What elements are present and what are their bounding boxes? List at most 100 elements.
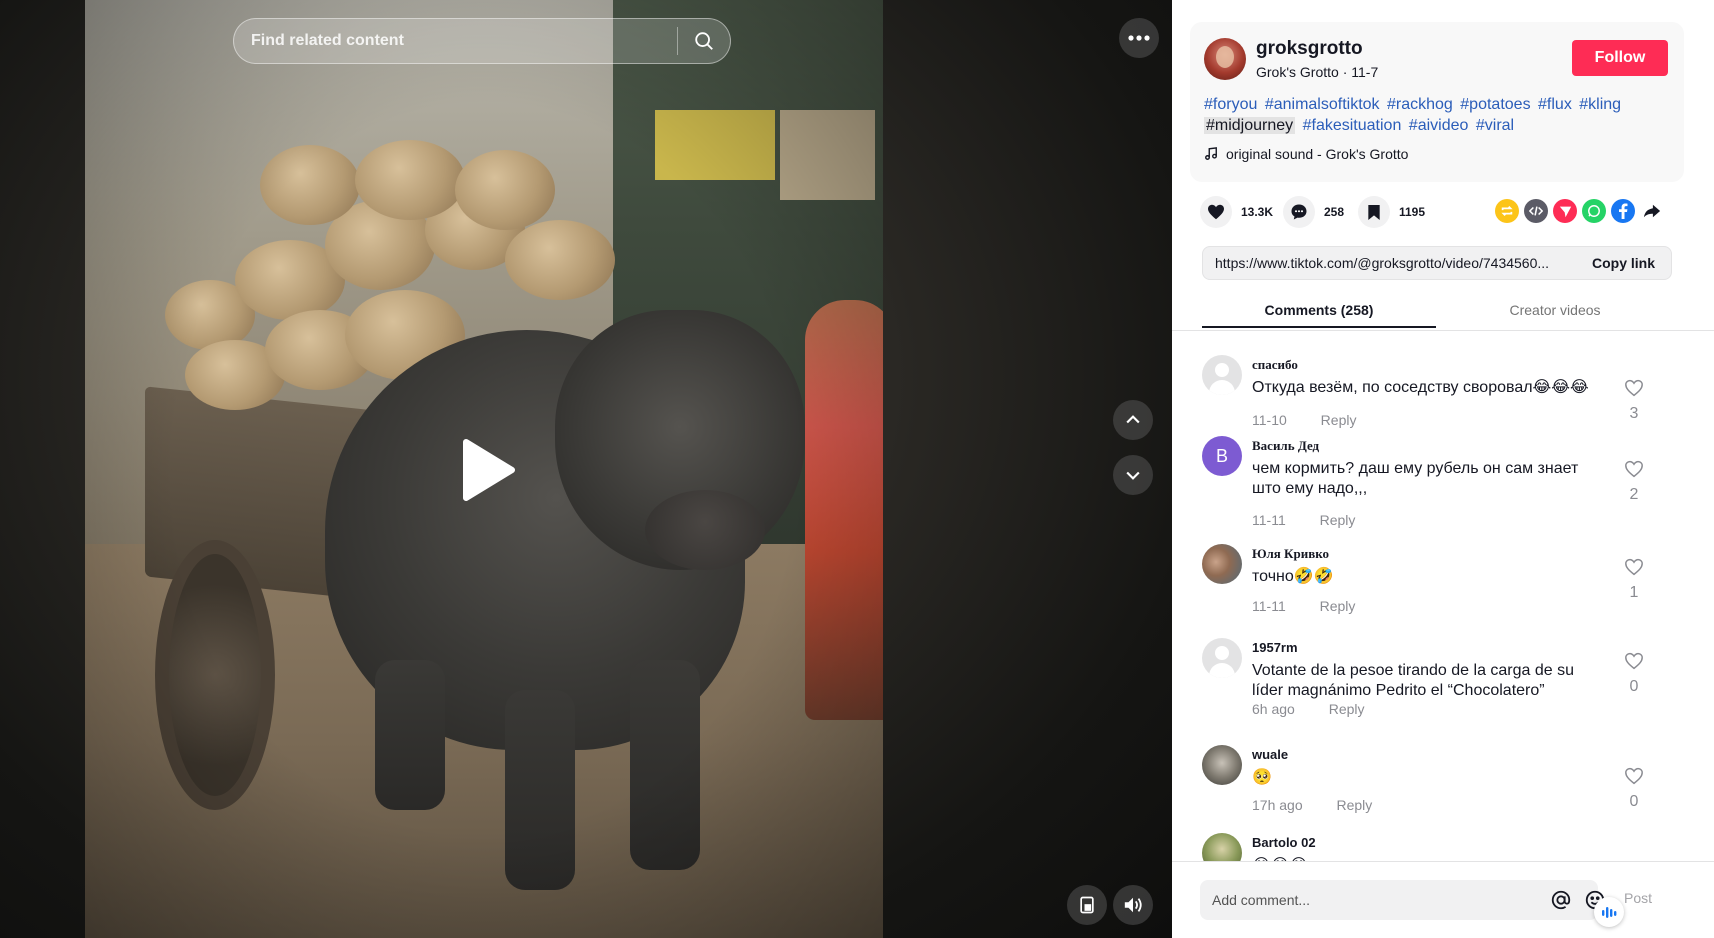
comment-like-button[interactable]: 0: [1622, 652, 1646, 696]
hashtag[interactable]: #kling: [1579, 96, 1621, 113]
comment-item: 1957rm Votante de la pesoe tirando de la…: [1202, 638, 1692, 734]
hashtag[interactable]: #aivideo: [1409, 117, 1469, 134]
comment-username[interactable]: 1957rm: [1252, 640, 1298, 655]
comment-date: 11-11: [1252, 598, 1286, 614]
comment-item: спасибо Откуда везём, по соседству своро…: [1202, 355, 1692, 435]
comment-list[interactable]: спасибо Откуда везём, по соседству своро…: [1172, 331, 1714, 861]
comment-text: точно🤣🤣: [1252, 568, 1334, 585]
embed-button[interactable]: [1524, 199, 1548, 223]
comment-avatar[interactable]: B: [1202, 436, 1242, 476]
comment-username[interactable]: wuale: [1252, 747, 1288, 762]
video-player-area: [0, 0, 1172, 938]
mention-button[interactable]: [1550, 889, 1572, 911]
action-bar: 13.3K 258 1195: [1190, 196, 1690, 232]
like-count: 13.3K: [1241, 205, 1274, 219]
tab-comments[interactable]: Comments (258): [1202, 294, 1436, 328]
comment-username[interactable]: Юля Кривко: [1252, 546, 1329, 562]
author-avatar[interactable]: [1204, 38, 1246, 80]
play-button[interactable]: [456, 438, 520, 502]
heart-outline-icon: [1625, 558, 1643, 576]
hashtag[interactable]: #fakesituation: [1303, 117, 1402, 134]
reply-button[interactable]: Reply: [1320, 512, 1356, 528]
video-url: https://www.tiktok.com/@groksgrotto/vide…: [1215, 255, 1550, 271]
comment-like-count: 0: [1629, 793, 1639, 810]
more-options-button[interactable]: [1119, 18, 1159, 58]
heart-icon: [1208, 204, 1224, 220]
add-comment-input[interactable]: [1200, 880, 1598, 920]
favorite-button[interactable]: 1195: [1358, 196, 1425, 228]
sound-link[interactable]: original sound - Grok's Grotto: [1204, 146, 1408, 162]
facebook-icon: [1619, 203, 1628, 219]
send-icon: [1559, 206, 1571, 217]
pip-icon: [1080, 896, 1094, 914]
details-panel: groksgrotto Grok's Grotto · 11-7 Follow …: [1172, 0, 1714, 938]
more-icon: [1128, 35, 1150, 41]
reply-button[interactable]: Reply: [1329, 701, 1365, 717]
comment-avatar[interactable]: [1202, 355, 1242, 395]
comment-like-button[interactable]: 2: [1622, 460, 1646, 504]
comment-item: Юля Кривко точно🤣🤣 11-11 Reply 1: [1202, 544, 1692, 620]
play-icon: [463, 439, 515, 501]
send-to-friends-button[interactable]: [1553, 199, 1577, 223]
comment-button[interactable]: 258: [1283, 196, 1344, 228]
reply-button[interactable]: Reply: [1337, 797, 1373, 813]
more-share-button[interactable]: [1640, 199, 1664, 223]
at-mention-icon: [1551, 890, 1571, 910]
follow-button[interactable]: Follow: [1572, 40, 1668, 76]
comment-text: чем кормить? даш ему рубель он сам знает…: [1252, 460, 1579, 497]
next-video-button[interactable]: [1113, 455, 1153, 495]
heart-outline-icon: [1625, 379, 1643, 397]
save-count: 1195: [1399, 205, 1426, 219]
heart-outline-icon: [1625, 460, 1643, 478]
reply-button[interactable]: Reply: [1320, 598, 1356, 614]
comment-like-button[interactable]: 0: [1622, 767, 1646, 811]
comment-like-count: 2: [1629, 486, 1639, 503]
comment-date: 17h ago: [1252, 797, 1303, 813]
comment-like-button[interactable]: 1: [1622, 558, 1646, 602]
comment-like-button[interactable]: 3: [1622, 379, 1646, 423]
sound-title: original sound - Grok's Grotto: [1226, 146, 1409, 162]
search-button[interactable]: [678, 19, 730, 63]
embed-icon: [1529, 206, 1543, 216]
post-button[interactable]: Post: [1624, 890, 1652, 906]
tab-creator-videos[interactable]: Creator videos: [1438, 294, 1672, 328]
hashtag[interactable]: #foryou: [1204, 96, 1257, 113]
comment-icon: [1291, 204, 1307, 220]
author-username[interactable]: groksgrotto: [1256, 38, 1363, 60]
heart-outline-icon: [1625, 767, 1643, 785]
hashtag[interactable]: #viral: [1476, 117, 1514, 134]
reply-button[interactable]: Reply: [1321, 412, 1357, 428]
video-info-card: groksgrotto Grok's Grotto · 11-7 Follow …: [1190, 22, 1684, 182]
comment-username[interactable]: Bartolo 02: [1252, 835, 1316, 850]
share-arrow-icon: [1643, 204, 1661, 218]
comment-username[interactable]: Василь Дед: [1252, 438, 1319, 454]
facebook-share-button[interactable]: [1611, 199, 1635, 223]
comment-username[interactable]: спасибо: [1252, 357, 1298, 373]
picture-in-picture-button[interactable]: [1067, 885, 1107, 925]
comment-item: B Василь Дед чем кормить? даш ему рубель…: [1202, 436, 1692, 532]
hashtag[interactable]: #animalsoftiktok: [1265, 96, 1380, 113]
comment-meta: 11-11 Reply: [1252, 512, 1355, 528]
whatsapp-share-button[interactable]: [1582, 199, 1606, 223]
comment-item: wuale 🥺 17h ago Reply 0: [1202, 745, 1692, 821]
author-subtitle: Grok's Grotto · 11-7: [1256, 64, 1379, 80]
previous-video-button[interactable]: [1113, 400, 1153, 440]
comment-avatar[interactable]: [1202, 833, 1242, 861]
hashtag[interactable]: #potatoes: [1460, 96, 1530, 113]
like-button[interactable]: 13.3K: [1200, 196, 1273, 228]
comment-avatar[interactable]: [1202, 638, 1242, 678]
volume-icon: [1124, 897, 1142, 913]
audio-bars-icon: [1602, 907, 1617, 918]
repost-button[interactable]: [1495, 199, 1519, 223]
volume-button[interactable]: [1113, 885, 1153, 925]
find-related-search[interactable]: [233, 18, 731, 64]
copy-link-button[interactable]: Copy link: [1580, 255, 1671, 271]
voice-assistant-button[interactable]: [1594, 897, 1624, 927]
hashtag-highlighted[interactable]: #midjourney: [1204, 117, 1296, 134]
comment-avatar[interactable]: [1202, 745, 1242, 785]
search-input[interactable]: [234, 19, 677, 63]
hashtag[interactable]: #rackhog: [1387, 96, 1453, 113]
search-icon: [695, 32, 713, 50]
comment-avatar[interactable]: [1202, 544, 1242, 584]
hashtag[interactable]: #flux: [1538, 96, 1572, 113]
